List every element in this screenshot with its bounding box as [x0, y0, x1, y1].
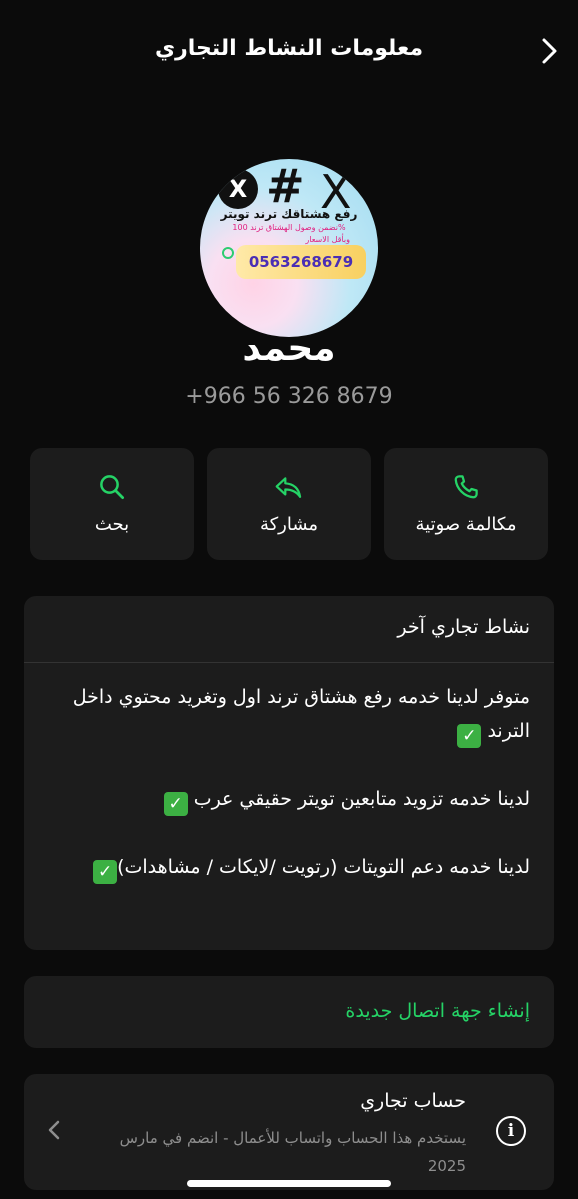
info-icon: i [496, 1116, 526, 1146]
description-line: لدينا خدمه تزويد متابعين تويتر حقيقي عرب… [50, 782, 530, 816]
chevron-left-icon [42, 1118, 66, 1142]
phone-icon [384, 472, 548, 502]
avatar-price-note: وبأقل الاسعار [305, 235, 350, 244]
check-mark-icon: ✓ [93, 860, 118, 884]
header: معلومات النشاط التجاري [0, 0, 578, 100]
voice-call-label: مكالمة صوتية [415, 514, 517, 535]
search-icon [30, 472, 194, 502]
home-indicator[interactable] [187, 1180, 391, 1187]
search-button[interactable]: بحث [30, 448, 194, 560]
check-mark-icon: ✓ [457, 724, 482, 748]
business-description: متوفر لدينا خدمه رفع هشتاق ترند اول وتغر… [50, 680, 530, 884]
create-new-contact-label: إنشاء جهة اتصال جديدة [345, 1000, 530, 1022]
create-new-contact-button[interactable]: إنشاء جهة اتصال جديدة [24, 976, 554, 1048]
search-label: بحث [94, 514, 130, 535]
x-logo-icon: X [218, 169, 258, 209]
avatar-phone: 0563268679 [236, 245, 366, 279]
description-line: لدينا خدمه دعم التويتات (رتويت /لايكات /… [50, 850, 530, 884]
share-icon [207, 472, 371, 502]
avatar-headline: رفع هشتاقك ترند تويتر [220, 207, 358, 221]
contact-phone: +966 56 326 8679 [185, 384, 393, 409]
business-category: نشاط تجاري آخر [397, 616, 530, 638]
whatsapp-icon [222, 247, 234, 259]
share-label: مشاركة [259, 514, 319, 535]
check-mark-icon: ✓ [163, 792, 188, 816]
action-buttons: مكالمة صوتية مشاركة بحث [30, 448, 548, 560]
divider [24, 662, 554, 663]
avatar-tagline: نضمن وصول الهشتاق ترند 100% [232, 223, 346, 232]
business-info-card: نشاط تجاري آخر متوفر لدينا خدمه رفع هشتا… [24, 596, 554, 950]
screen: معلومات النشاط التجاري X # X رفع هشتاقك … [0, 0, 578, 1199]
hashtag-glyph: # [266, 159, 305, 213]
voice-call-button[interactable]: مكالمة صوتية [384, 448, 548, 560]
share-button[interactable]: مشاركة [207, 448, 371, 560]
business-account-row[interactable]: i حساب تجاري يستخدم هذا الحساب واتساب لل… [24, 1074, 554, 1190]
description-line: متوفر لدينا خدمه رفع هشتاق ترند اول وتغر… [72, 686, 530, 748]
page-title: معلومات النشاط التجاري [154, 36, 424, 61]
contact-name: محمد [242, 328, 336, 369]
avatar[interactable]: X # X رفع هشتاقك ترند تويتر نضمن وصول ال… [200, 159, 378, 337]
business-account-title: حساب تجاري [360, 1090, 466, 1112]
business-account-subtitle: يستخدم هذا الحساب واتساب للأعمال - انضم … [119, 1129, 466, 1175]
